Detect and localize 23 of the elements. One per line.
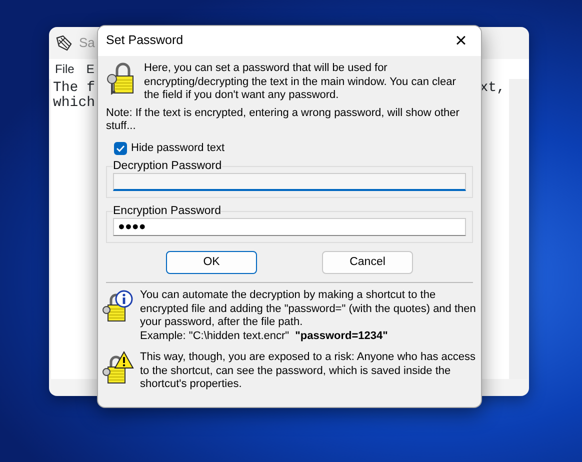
intro-text: Here, you can set a password that will be used for encrypting/decrypting the text in the main window. You can clear the field if you don't want any password. (144, 62, 457, 102)
example-text: Example: "C:\hidden text.encr" "password=1234" (140, 330, 389, 343)
group-label: Decryption Password (113, 159, 222, 173)
ok-button[interactable]: OK (166, 251, 257, 274)
hide-password-label: Hide password text (131, 142, 225, 155)
cancel-button[interactable]: Cancel (322, 251, 413, 274)
close-button[interactable]: × (441, 26, 481, 56)
password-field[interactable] (113, 173, 466, 191)
window-title: Sa (79, 34, 95, 52)
hide-password-checkbox[interactable] (114, 142, 127, 155)
password-field[interactable]: ●●●● (113, 218, 466, 236)
tip-text: You can automate the decryption by making a shortcut to the encrypted file and adding the "password=" (with the quotes) and then your password, after the file path. (140, 289, 477, 330)
dialog-title: Set Password (106, 34, 184, 48)
tip-text: This way, though, you are exposed to a risk: Anyone who has access to the shortcut, can see the password, which is saved inside the shortcut's properties. (140, 351, 476, 392)
group-label: Encryption Password (113, 204, 222, 218)
lock-warning-icon (102, 351, 136, 385)
menu-item[interactable]: File (55, 60, 74, 78)
text-line: The f (53, 81, 96, 96)
app-icon (55, 34, 73, 52)
text-line: which (53, 96, 96, 111)
menu-item[interactable]: E (86, 60, 94, 78)
padlock-key-icon (106, 62, 136, 96)
note-text: Note: If the text is encrypted, entering a wrong password, will show other stuff... (106, 106, 460, 134)
